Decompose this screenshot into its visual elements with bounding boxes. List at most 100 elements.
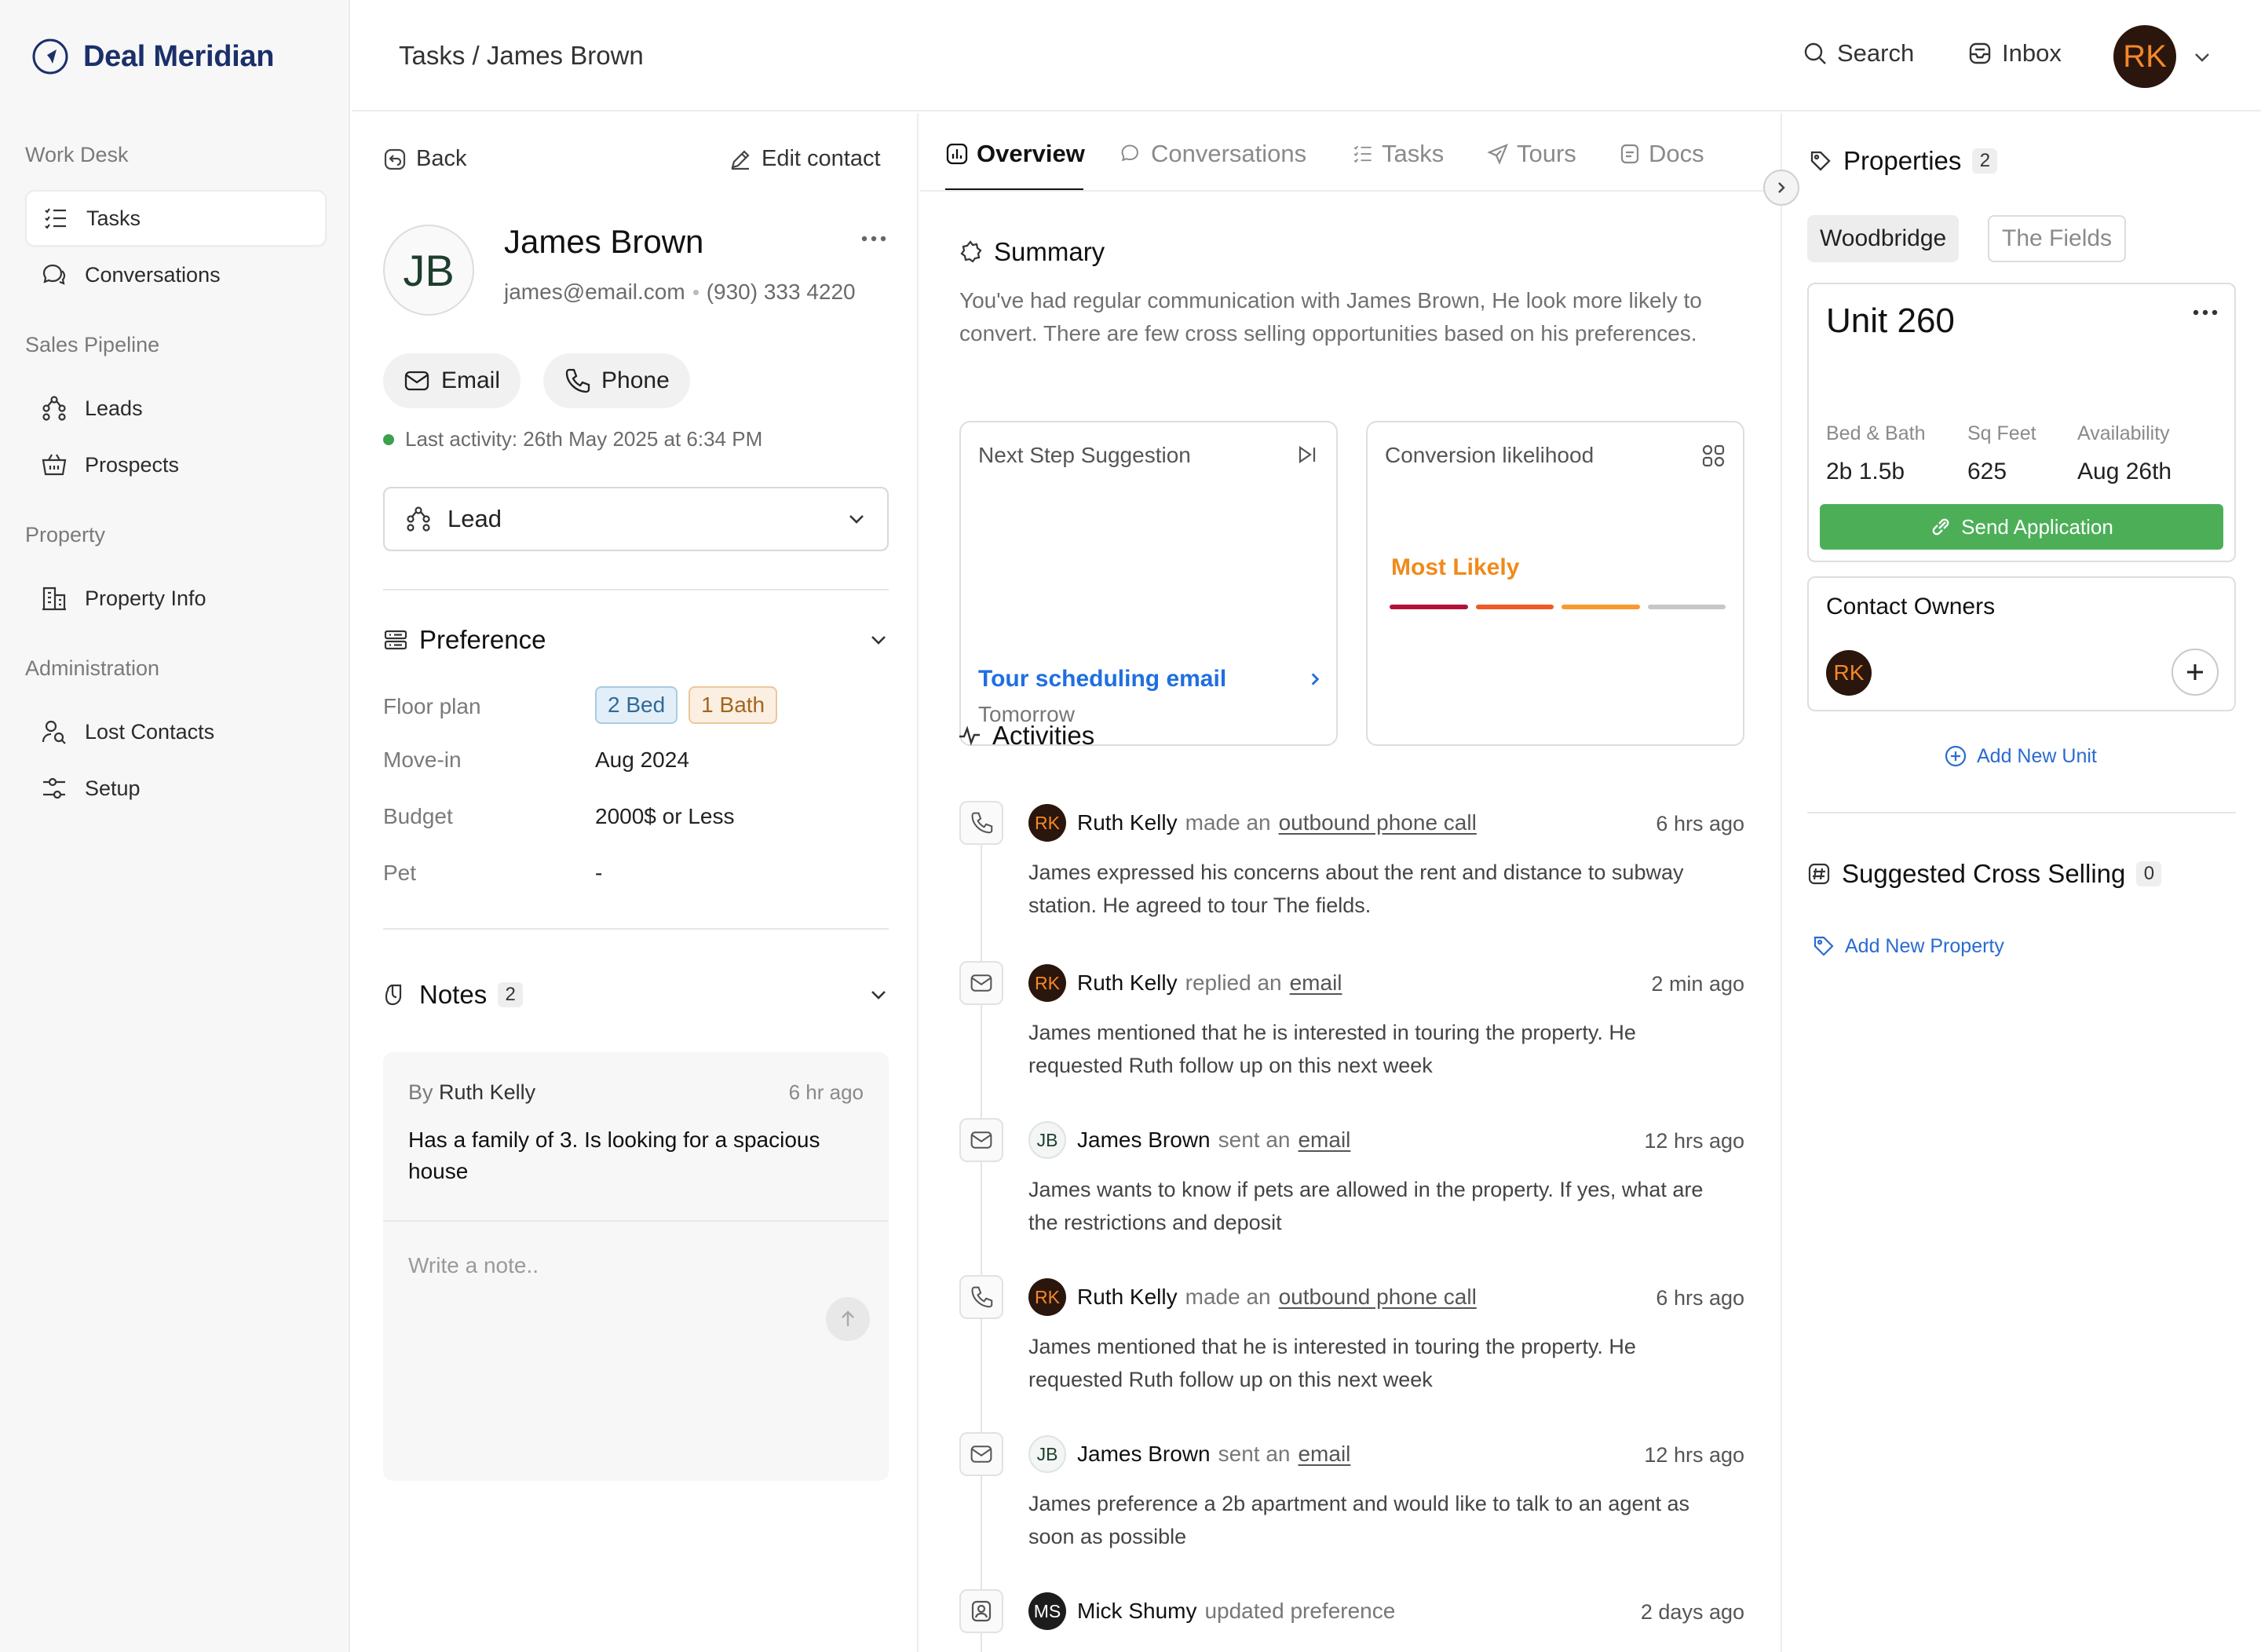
activity-actor[interactable]: James Brown (1077, 1442, 1211, 1467)
add-new-unit-link[interactable]: Add New Unit (1944, 744, 2097, 768)
sidebar-item-property-info[interactable]: Property Info (25, 570, 327, 627)
preference-header[interactable]: Preference (383, 625, 889, 655)
activities-header: Activities (958, 721, 1094, 751)
add-new-unit-label: Add New Unit (1977, 744, 2097, 767)
notes-icon (383, 982, 408, 1007)
pref-value: - (595, 861, 603, 885)
spec-label: Sq Feet (1967, 422, 2036, 444)
conversion-value: Most Likely (1391, 554, 1520, 580)
property-chip-woodbridge[interactable]: Woodbridge (1807, 215, 1960, 262)
activity-actor[interactable]: Ruth Kelly (1077, 810, 1178, 835)
arrow-up-icon (838, 1309, 858, 1329)
send-application-button[interactable]: Send Application (1820, 504, 2223, 550)
chat-bubbles-icon (41, 261, 68, 288)
activity-verb: updated preference (1204, 1599, 1396, 1623)
sidebar-item-lost-contacts[interactable]: Lost Contacts (25, 704, 327, 760)
activity-item[interactable]: JB James Brown sent an email 12 hrs ago … (959, 1432, 1744, 1573)
send-note-button[interactable] (826, 1297, 870, 1341)
search-label: Search (1837, 39, 1915, 67)
tab-tasks[interactable]: Tasks (1352, 140, 1444, 168)
stage-select[interactable]: Lead (383, 487, 889, 551)
owner-avatar[interactable]: RK (1826, 650, 1872, 696)
notes-header[interactable]: Notes 2 (383, 980, 889, 1010)
search-button[interactable]: Search (1803, 39, 1914, 68)
mail-icon (970, 971, 993, 995)
activity-time: 6 hrs ago (1656, 812, 1744, 835)
properties-panel: Properties 2 Woodbridge The Fields Unit … (1784, 113, 2261, 1652)
tab-overview[interactable]: Overview (945, 140, 1085, 168)
more-options-icon[interactable] (2192, 308, 2219, 317)
app-logo[interactable]: Deal Meridian (31, 38, 274, 75)
add-new-property-link[interactable]: Add New Property (1812, 934, 2004, 958)
property-chip-the-fields[interactable]: The Fields (1988, 215, 2127, 262)
back-button[interactable]: Back (383, 146, 466, 172)
activity-avatar: JB (1028, 1121, 1066, 1159)
activity-actor[interactable]: James Brown (1077, 1128, 1211, 1153)
activity-item[interactable]: RK Ruth Kelly made an outbound phone cal… (959, 1275, 1744, 1416)
section-administration: Administration (25, 656, 160, 680)
plus-circle-icon (1944, 744, 1967, 768)
activity-verb: replied an (1185, 970, 1282, 995)
activity-body: James preference a 2b apartment and woul… (1028, 1492, 1690, 1548)
next-step-action[interactable]: Tour scheduling email (978, 666, 1324, 693)
email-button-label: Email (441, 367, 501, 393)
properties-count: 2 (1972, 148, 1998, 174)
sidebar-item-prospects[interactable]: Prospects (25, 437, 327, 493)
activity-item[interactable]: JB James Brown sent an email 12 hrs ago … (959, 1118, 1744, 1259)
tab-label: Conversations (1151, 140, 1307, 167)
chevron-down-icon[interactable] (2192, 47, 2212, 68)
tab-conversations[interactable]: Conversations (1120, 140, 1306, 168)
sliders-icon (41, 775, 68, 802)
activity-object-link[interactable]: email (1298, 1128, 1350, 1153)
contact-meta: james@email.com (930) 333 4220 (504, 280, 856, 305)
add-new-property-label: Add New Property (1845, 934, 2004, 957)
sidebar-item-leads[interactable]: Leads (25, 380, 327, 437)
contact-email[interactable]: james@email.com (504, 280, 685, 305)
activity-actor[interactable]: Ruth Kelly (1077, 970, 1178, 996)
edit-contact-button[interactable]: Edit contact (729, 146, 881, 172)
breadcrumb[interactable]: Tasks / James Brown (399, 41, 644, 71)
activity-header: MS Mick Shumy updated preference (1028, 1592, 1395, 1630)
summary-text: You've had regular communication with Ja… (959, 288, 1702, 345)
tab-tours[interactable]: Tours (1487, 140, 1576, 168)
mail-icon (970, 1128, 993, 1152)
link-icon (1930, 516, 1952, 538)
activity-object-link[interactable]: email (1290, 970, 1342, 996)
sidebar-item-label: Lost Contacts (85, 719, 215, 744)
user-avatar[interactable]: RK (2113, 25, 2176, 88)
activity-verb: sent an (1218, 1128, 1291, 1152)
activity-object-link[interactable]: outbound phone call (1279, 1285, 1477, 1310)
mail-icon (404, 367, 430, 394)
contact-phone[interactable]: (930) 333 4220 (707, 280, 856, 305)
add-owner-button[interactable] (2172, 649, 2219, 696)
activity-item[interactable]: RK Ruth Kelly replied an email 2 min ago… (959, 961, 1744, 1102)
activity-object-link[interactable]: outbound phone call (1279, 810, 1477, 835)
sidebar-item-setup[interactable]: Setup (25, 760, 327, 817)
activity-object-link[interactable]: email (1298, 1442, 1350, 1467)
conversion-meter-segment (1390, 605, 1468, 609)
more-options-icon[interactable] (860, 234, 887, 243)
email-button[interactable]: Email (383, 353, 521, 408)
note-author-line: By Ruth Kelly (408, 1080, 535, 1105)
document-icon (1619, 143, 1641, 165)
hash-box-icon (1807, 862, 1831, 886)
activity-actor[interactable]: Mick Shumy (1077, 1599, 1196, 1624)
contact-avatar: JB (383, 225, 474, 316)
spec-value: Aug 26th (2077, 459, 2172, 484)
sidebar-item-conversations[interactable]: Conversations (25, 247, 327, 303)
activity-actor[interactable]: Ruth Kelly (1077, 1285, 1178, 1310)
compass-logo-icon (31, 38, 69, 75)
tab-docs[interactable]: Docs (1619, 140, 1704, 168)
tab-label: Overview (977, 140, 1085, 167)
activity-verb: made an (1185, 810, 1271, 835)
summary-header: Summary (958, 237, 1105, 267)
inbox-button[interactable]: Inbox (1967, 39, 2062, 68)
phone-button[interactable]: Phone (543, 353, 690, 408)
properties-title: Properties (1843, 146, 1962, 175)
activity-item[interactable]: MS Mick Shumy updated preference 2 days … (959, 1589, 1744, 1652)
activity-time: 12 hrs ago (1644, 1129, 1744, 1153)
sidebar-item-tasks[interactable]: Tasks (25, 190, 327, 247)
note-input[interactable]: Write a note.. (408, 1253, 539, 1278)
activity-item[interactable]: RK Ruth Kelly made an outbound phone cal… (959, 801, 1744, 942)
activity-type-icon (959, 1275, 1003, 1319)
